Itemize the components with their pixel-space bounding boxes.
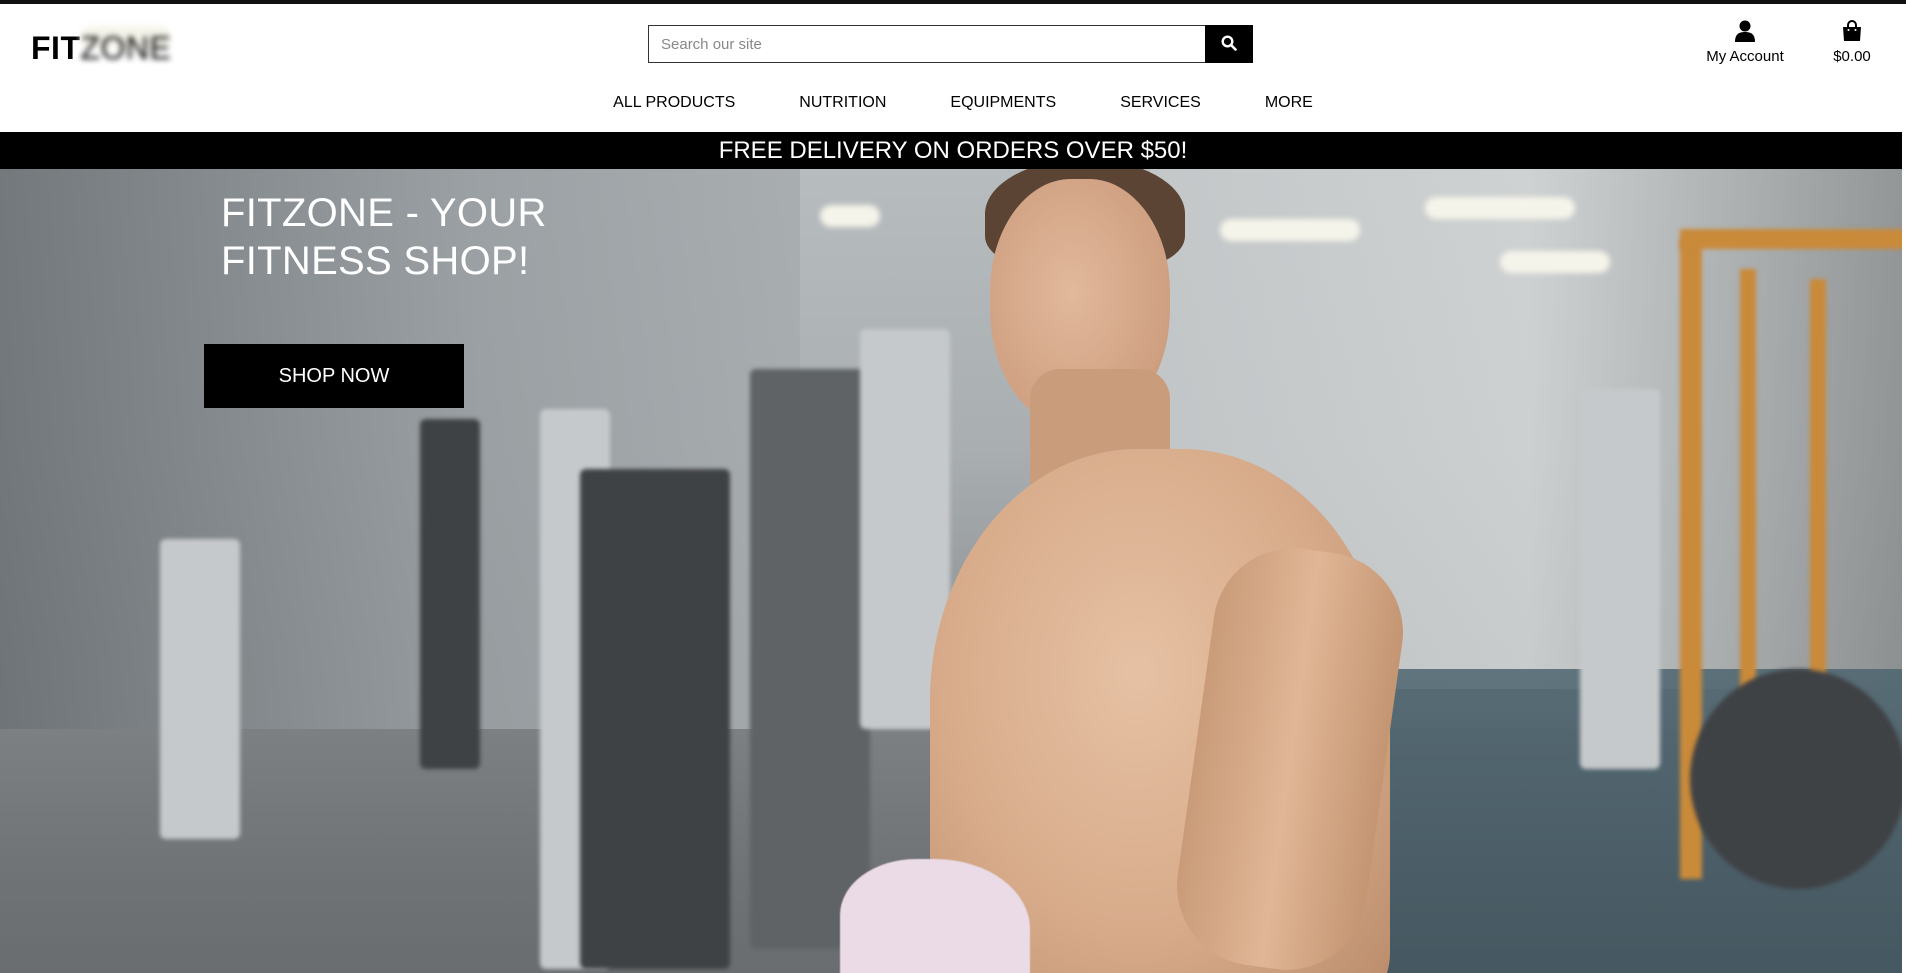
- my-account-link[interactable]: My Account: [1694, 20, 1796, 65]
- shop-now-button[interactable]: SHOP NOW: [204, 344, 464, 408]
- nav-item-equipments[interactable]: EQUIPMENTS: [950, 94, 1056, 112]
- site-logo[interactable]: FIT ZONE: [31, 26, 172, 70]
- gym-machine: [420, 419, 480, 769]
- nav-item-services[interactable]: SERVICES: [1120, 94, 1201, 112]
- my-account-label: My Account: [1706, 48, 1784, 65]
- ceiling-light: [1220, 219, 1360, 241]
- ceiling-light: [820, 205, 880, 227]
- gym-machine: [160, 539, 240, 839]
- gym-machine: [1690, 669, 1906, 889]
- delivery-banner: FREE DELIVERY ON ORDERS OVER $50!: [0, 132, 1906, 169]
- logo-bold-text: FIT: [31, 30, 81, 66]
- search-button[interactable]: [1205, 25, 1253, 63]
- ceiling-light: [1425, 197, 1575, 219]
- gym-rack: [1680, 229, 1906, 249]
- nav-item-more[interactable]: MORE: [1265, 94, 1313, 112]
- logo-light-text: ZONE: [80, 26, 172, 66]
- hero-section: FITZONE - YOUR FITNESS SHOP! SHOP NOW: [0, 169, 1906, 973]
- page-scrollbar[interactable]: [1902, 4, 1906, 973]
- hero-title-line: FITNESS SHOP!: [221, 239, 530, 283]
- search-form: [648, 25, 1253, 63]
- site-header: FITZONE My Account $0.00 ALL PRODUCTS NU…: [0, 4, 1906, 132]
- user-icon: [1694, 20, 1796, 44]
- search-input[interactable]: [648, 25, 1205, 63]
- gym-machine: [750, 369, 870, 949]
- cart-total: $0.00: [1833, 48, 1871, 65]
- cart-link[interactable]: $0.00: [1822, 20, 1882, 65]
- hero-title-line: FITZONE - YOUR: [221, 191, 547, 235]
- ceiling-light: [1500, 251, 1610, 273]
- search-icon: [1221, 34, 1237, 54]
- gym-machine: [1580, 389, 1660, 769]
- shopping-bag-icon: [1822, 20, 1882, 44]
- nav-item-all-products[interactable]: ALL PRODUCTS: [613, 94, 735, 112]
- gym-machine: [580, 469, 730, 969]
- hero-title: FITZONE - YOUR FITNESS SHOP!: [221, 189, 641, 285]
- nav-item-nutrition[interactable]: NUTRITION: [799, 94, 886, 112]
- main-nav: ALL PRODUCTS NUTRITION EQUIPMENTS SERVIC…: [0, 94, 1906, 112]
